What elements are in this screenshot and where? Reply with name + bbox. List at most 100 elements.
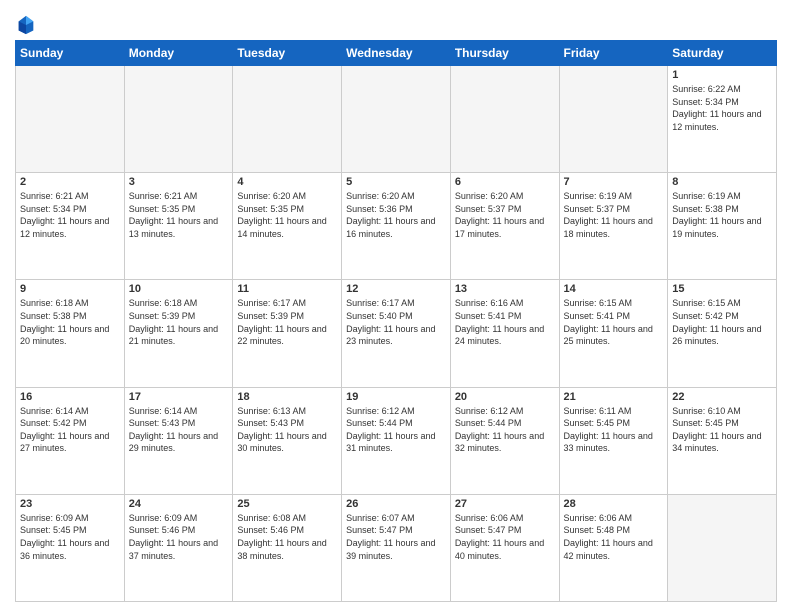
calendar-week-2: 9 Sunrise: 6:18 AM Sunset: 5:38 PM Daylig… xyxy=(16,280,777,387)
day-info: Sunrise: 6:12 AM Sunset: 5:44 PM Dayligh… xyxy=(346,405,446,455)
calendar-cell xyxy=(559,66,668,173)
day-info: Sunrise: 6:19 AM Sunset: 5:37 PM Dayligh… xyxy=(564,190,664,240)
weekday-header-monday: Monday xyxy=(124,41,233,66)
calendar-cell xyxy=(233,66,342,173)
calendar-cell: 9 Sunrise: 6:18 AM Sunset: 5:38 PM Daylig… xyxy=(16,280,125,387)
day-number: 6 xyxy=(455,176,555,188)
calendar-week-0: 1 Sunrise: 6:22 AM Sunset: 5:34 PM Daylig… xyxy=(16,66,777,173)
calendar-cell: 19 Sunrise: 6:12 AM Sunset: 5:44 PM Dayli… xyxy=(342,387,451,494)
weekday-header-wednesday: Wednesday xyxy=(342,41,451,66)
day-info: Sunrise: 6:11 AM Sunset: 5:45 PM Dayligh… xyxy=(564,405,664,455)
day-info: Sunrise: 6:18 AM Sunset: 5:39 PM Dayligh… xyxy=(129,297,229,347)
calendar-cell xyxy=(668,494,777,601)
day-info: Sunrise: 6:21 AM Sunset: 5:34 PM Dayligh… xyxy=(20,190,120,240)
calendar-cell: 7 Sunrise: 6:19 AM Sunset: 5:37 PM Daylig… xyxy=(559,173,668,280)
day-number: 17 xyxy=(129,391,229,403)
day-info: Sunrise: 6:06 AM Sunset: 5:47 PM Dayligh… xyxy=(455,512,555,562)
day-info: Sunrise: 6:12 AM Sunset: 5:44 PM Dayligh… xyxy=(455,405,555,455)
calendar-header: SundayMondayTuesdayWednesdayThursdayFrid… xyxy=(16,41,777,66)
day-number: 9 xyxy=(20,283,120,295)
day-number: 22 xyxy=(672,391,772,403)
calendar-cell: 16Sunrise: 6:14 AM Sunset: 5:42 PM Dayli… xyxy=(16,387,125,494)
calendar-cell: 15 Sunrise: 6:15 AM Sunset: 5:42 PM Dayli… xyxy=(668,280,777,387)
calendar-cell: 28 Sunrise: 6:06 AM Sunset: 5:48 PM Dayli… xyxy=(559,494,668,601)
calendar-cell: 1 Sunrise: 6:22 AM Sunset: 5:34 PM Daylig… xyxy=(668,66,777,173)
calendar-cell: 27Sunrise: 6:06 AM Sunset: 5:47 PM Dayli… xyxy=(450,494,559,601)
calendar-week-4: 23 Sunrise: 6:09 AM Sunset: 5:45 PM Dayli… xyxy=(16,494,777,601)
calendar-cell: 14 Sunrise: 6:15 AM Sunset: 5:41 PM Dayli… xyxy=(559,280,668,387)
day-number: 5 xyxy=(346,176,446,188)
day-info: Sunrise: 6:10 AM Sunset: 5:45 PM Dayligh… xyxy=(672,405,772,455)
day-info: Sunrise: 6:16 AM Sunset: 5:41 PM Dayligh… xyxy=(455,297,555,347)
calendar: SundayMondayTuesdayWednesdayThursdayFrid… xyxy=(15,40,777,602)
day-info: Sunrise: 6:22 AM Sunset: 5:34 PM Dayligh… xyxy=(672,83,772,133)
day-number: 26 xyxy=(346,498,446,510)
day-number: 19 xyxy=(346,391,446,403)
day-info: Sunrise: 6:17 AM Sunset: 5:40 PM Dayligh… xyxy=(346,297,446,347)
day-number: 1 xyxy=(672,69,772,81)
calendar-cell: 2 Sunrise: 6:21 AM Sunset: 5:34 PM Daylig… xyxy=(16,173,125,280)
calendar-cell: 26 Sunrise: 6:07 AM Sunset: 5:47 PM Dayli… xyxy=(342,494,451,601)
calendar-cell: 18Sunrise: 6:13 AM Sunset: 5:43 PM Dayli… xyxy=(233,387,342,494)
day-number: 20 xyxy=(455,391,555,403)
calendar-cell: 20 Sunrise: 6:12 AM Sunset: 5:44 PM Dayli… xyxy=(450,387,559,494)
day-info: Sunrise: 6:17 AM Sunset: 5:39 PM Dayligh… xyxy=(237,297,337,347)
day-number: 7 xyxy=(564,176,664,188)
header xyxy=(15,10,777,36)
day-number: 12 xyxy=(346,283,446,295)
day-info: Sunrise: 6:19 AM Sunset: 5:38 PM Dayligh… xyxy=(672,190,772,240)
day-info: Sunrise: 6:09 AM Sunset: 5:45 PM Dayligh… xyxy=(20,512,120,562)
weekday-header-saturday: Saturday xyxy=(668,41,777,66)
weekday-header-friday: Friday xyxy=(559,41,668,66)
day-info: Sunrise: 6:14 AM Sunset: 5:43 PM Dayligh… xyxy=(129,405,229,455)
day-number: 10 xyxy=(129,283,229,295)
day-info: Sunrise: 6:15 AM Sunset: 5:41 PM Dayligh… xyxy=(564,297,664,347)
day-number: 18 xyxy=(237,391,337,403)
day-number: 24 xyxy=(129,498,229,510)
calendar-cell xyxy=(16,66,125,173)
page: SundayMondayTuesdayWednesdayThursdayFrid… xyxy=(0,0,792,612)
day-info: Sunrise: 6:21 AM Sunset: 5:35 PM Dayligh… xyxy=(129,190,229,240)
day-info: Sunrise: 6:07 AM Sunset: 5:47 PM Dayligh… xyxy=(346,512,446,562)
logo xyxy=(15,14,39,36)
day-number: 4 xyxy=(237,176,337,188)
day-number: 2 xyxy=(20,176,120,188)
calendar-cell: 5Sunrise: 6:20 AM Sunset: 5:36 PM Daylig… xyxy=(342,173,451,280)
calendar-cell: 6Sunrise: 6:20 AM Sunset: 5:37 PM Daylig… xyxy=(450,173,559,280)
day-number: 21 xyxy=(564,391,664,403)
day-number: 3 xyxy=(129,176,229,188)
calendar-cell: 22 Sunrise: 6:10 AM Sunset: 5:45 PM Dayli… xyxy=(668,387,777,494)
calendar-cell: 12 Sunrise: 6:17 AM Sunset: 5:40 PM Dayli… xyxy=(342,280,451,387)
weekday-header-sunday: Sunday xyxy=(16,41,125,66)
calendar-cell: 4 Sunrise: 6:20 AM Sunset: 5:35 PM Daylig… xyxy=(233,173,342,280)
day-number: 28 xyxy=(564,498,664,510)
weekday-header-thursday: Thursday xyxy=(450,41,559,66)
day-number: 25 xyxy=(237,498,337,510)
calendar-cell: 13 Sunrise: 6:16 AM Sunset: 5:41 PM Dayli… xyxy=(450,280,559,387)
day-info: Sunrise: 6:20 AM Sunset: 5:35 PM Dayligh… xyxy=(237,190,337,240)
calendar-cell: 10 Sunrise: 6:18 AM Sunset: 5:39 PM Dayli… xyxy=(124,280,233,387)
calendar-week-3: 16Sunrise: 6:14 AM Sunset: 5:42 PM Dayli… xyxy=(16,387,777,494)
day-number: 14 xyxy=(564,283,664,295)
calendar-cell xyxy=(342,66,451,173)
calendar-cell: 11 Sunrise: 6:17 AM Sunset: 5:39 PM Dayli… xyxy=(233,280,342,387)
calendar-cell: 25 Sunrise: 6:08 AM Sunset: 5:46 PM Dayli… xyxy=(233,494,342,601)
day-number: 23 xyxy=(20,498,120,510)
day-info: Sunrise: 6:15 AM Sunset: 5:42 PM Dayligh… xyxy=(672,297,772,347)
day-number: 13 xyxy=(455,283,555,295)
calendar-cell: 21 Sunrise: 6:11 AM Sunset: 5:45 PM Dayli… xyxy=(559,387,668,494)
day-number: 11 xyxy=(237,283,337,295)
day-info: Sunrise: 6:18 AM Sunset: 5:38 PM Dayligh… xyxy=(20,297,120,347)
calendar-cell: 8 Sunrise: 6:19 AM Sunset: 5:38 PM Daylig… xyxy=(668,173,777,280)
day-number: 16 xyxy=(20,391,120,403)
day-info: Sunrise: 6:09 AM Sunset: 5:46 PM Dayligh… xyxy=(129,512,229,562)
day-number: 8 xyxy=(672,176,772,188)
calendar-body: 1 Sunrise: 6:22 AM Sunset: 5:34 PM Daylig… xyxy=(16,66,777,602)
day-number: 15 xyxy=(672,283,772,295)
day-info: Sunrise: 6:08 AM Sunset: 5:46 PM Dayligh… xyxy=(237,512,337,562)
day-info: Sunrise: 6:06 AM Sunset: 5:48 PM Dayligh… xyxy=(564,512,664,562)
logo-icon xyxy=(15,14,37,36)
calendar-cell xyxy=(124,66,233,173)
calendar-cell xyxy=(450,66,559,173)
calendar-week-1: 2 Sunrise: 6:21 AM Sunset: 5:34 PM Daylig… xyxy=(16,173,777,280)
